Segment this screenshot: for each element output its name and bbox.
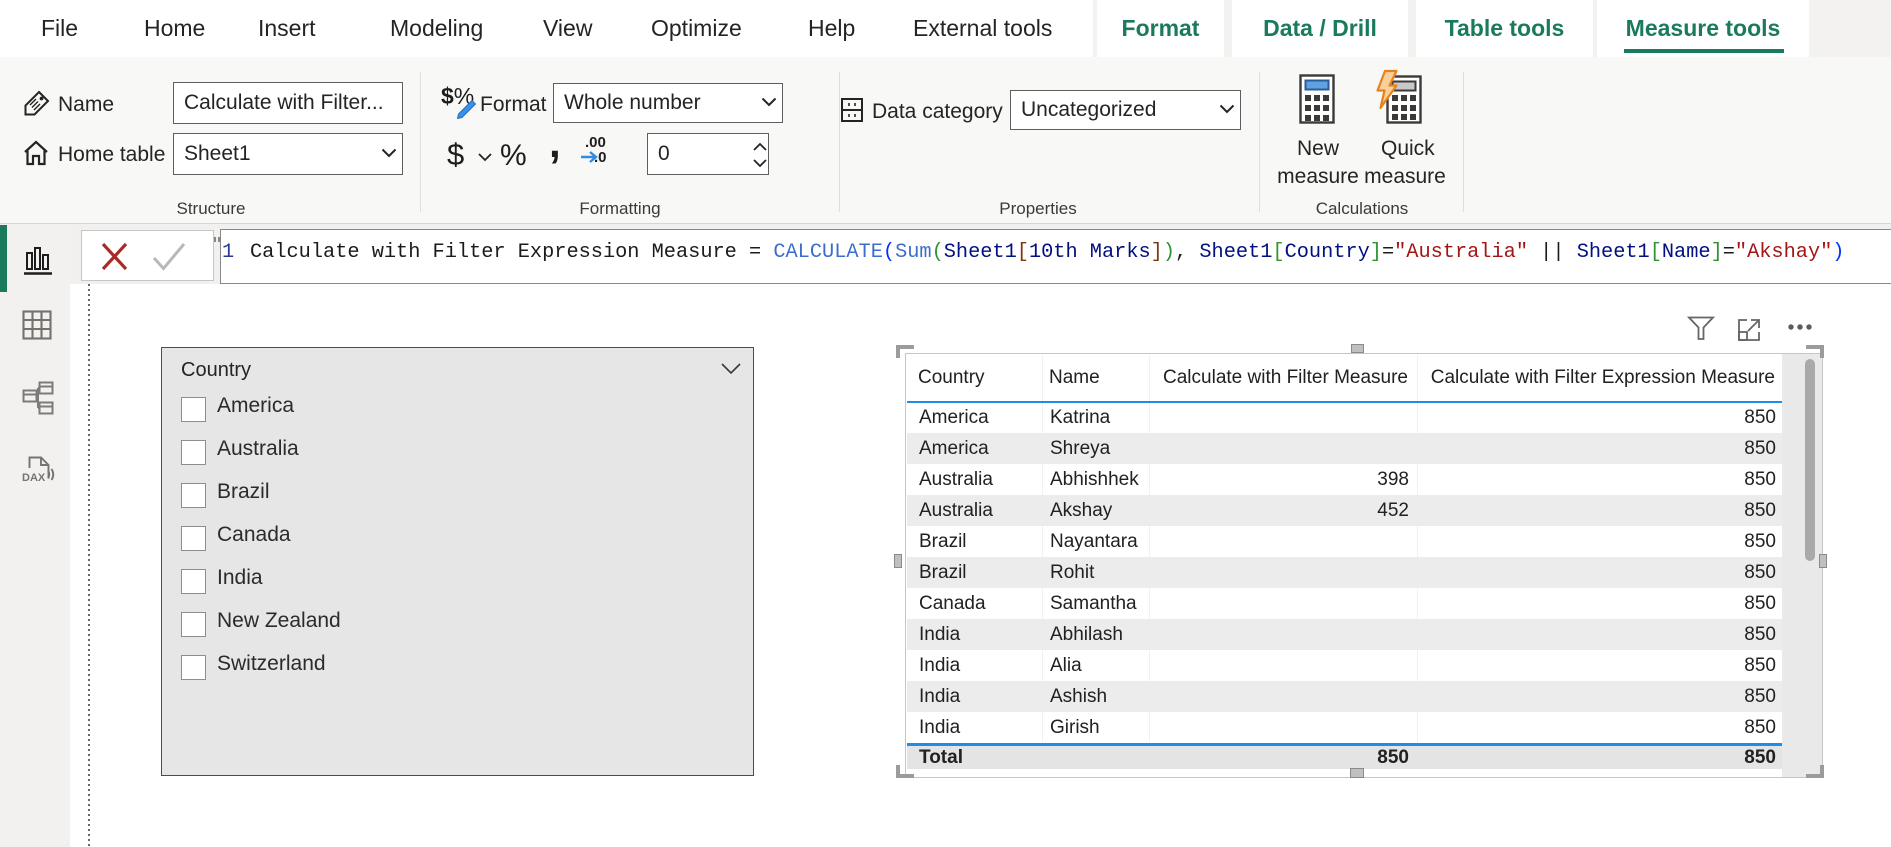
svg-text:DAX: DAX (22, 472, 46, 484)
